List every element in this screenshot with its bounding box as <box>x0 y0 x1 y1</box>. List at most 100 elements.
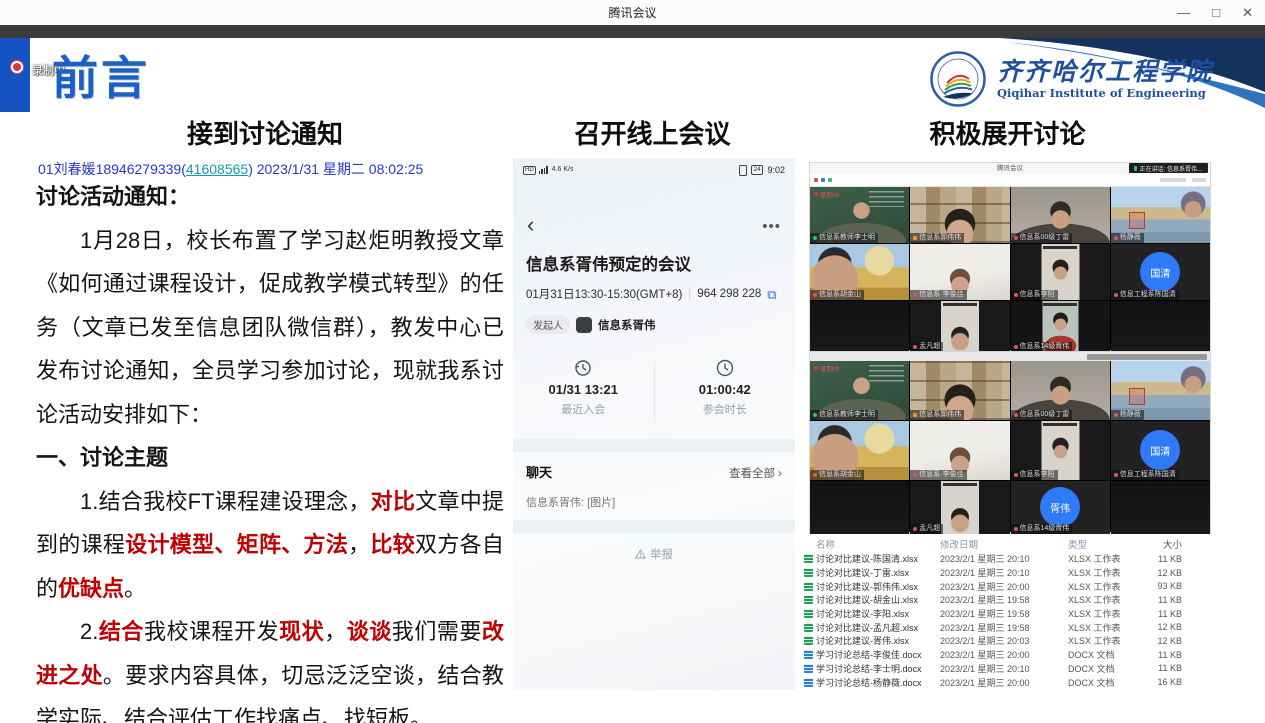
participant-name-label: 杨静薇 <box>1111 410 1144 420</box>
file-type: XLSX 工作表 <box>1068 607 1138 620</box>
file-size: 11 KB <box>1138 663 1190 673</box>
mic-status-icon <box>1114 236 1118 240</box>
column-header-size[interactable]: 大小 <box>1138 537 1190 551</box>
institute-emblem-icon <box>929 50 987 108</box>
file-row[interactable]: 讨论对比建议-丁雷.xlsx2023/2/1 星期三 20:10XLSX 工作表… <box>800 566 1215 580</box>
participant-video-tile: 胥伟信息系14级胥伟 <box>1011 481 1110 534</box>
participant-name-label: 信息系胡金山 <box>810 290 864 300</box>
body-paragraph: 讨论活动通知： <box>36 175 504 219</box>
mic-status-icon <box>913 527 917 531</box>
recording-dot-icon <box>814 192 818 196</box>
participant-name-label: 信息系教师李士明 <box>810 410 878 420</box>
excel-file-icon <box>804 623 813 632</box>
file-size: 12 KB <box>1138 622 1190 632</box>
file-row[interactable]: 学习讨论总结-李俊佳.docx2023/2/1 星期三 20:00DOCX 文档… <box>800 648 1215 662</box>
file-date: 2023/2/1 星期三 20:03 <box>940 634 1068 647</box>
file-row[interactable]: 讨论对比建议-胡金山.xlsx2023/2/1 星期三 19:58XLSX 工作… <box>800 593 1215 607</box>
file-row[interactable]: 讨论对比建议-李阳.xlsx2023/2/1 星期三 19:58XLSX 工作表… <box>800 607 1215 621</box>
excel-file-icon <box>804 636 813 645</box>
left-column-title: 接到讨论通知 <box>30 114 500 151</box>
word-file-icon <box>804 678 813 687</box>
file-row[interactable]: 学习讨论总结-李士明.docx2023/2/1 星期三 20:10DOCX 文档… <box>800 662 1215 676</box>
file-date: 2023/2/1 星期三 20:00 <box>940 648 1068 661</box>
mic-status-icon <box>1114 293 1118 297</box>
mic-status-icon <box>913 236 917 240</box>
file-row[interactable]: 学习讨论总结-杨静薇.docx2023/2/1 星期三 20:00DOCX 文档… <box>800 675 1215 689</box>
participant-name-label: 信息系00级丁雷 <box>1011 233 1073 243</box>
more-options-icon[interactable]: ••• <box>762 218 781 235</box>
minimize-button[interactable]: — <box>1177 6 1190 19</box>
column-header-type[interactable]: 类型 <box>1068 537 1138 551</box>
file-name: 学习讨论总结-李士明.docx <box>816 662 940 675</box>
duration-label: 参会时长 <box>703 401 747 417</box>
mic-status-icon <box>813 293 817 297</box>
file-date: 2023/2/1 星期三 19:58 <box>940 593 1068 606</box>
clock-icon <box>715 358 735 378</box>
recording-indicator: 录制中 <box>814 189 840 199</box>
meeting-stats-row: 01/31 13:21 最近入会 01:00:42 参会时长 <box>513 356 795 428</box>
recording-dot-icon <box>814 366 818 370</box>
organizer-label: 发起人 <box>526 315 570 334</box>
participant-name-label: 信息工程系陈国清 <box>1111 290 1179 300</box>
participant-video-tile: 国清信息工程系陈国清 <box>1111 244 1210 300</box>
video-grid-area: 录制中信息系教师李士明信息系郭伟伟信息系00级丁雷杨静薇信息系胡金山信息系·李俊… <box>810 187 1210 350</box>
presentation-slide: 录制中 前言 齐齐哈尔工程学院 Qiqihar Institute of Eng… <box>0 38 1265 723</box>
institute-name-en: Qiqihar Institute of Engineering <box>997 87 1213 100</box>
file-row[interactable]: 讨论对比建议-孟凡超.xlsx2023/2/1 星期三 19:58XLSX 工作… <box>800 620 1215 634</box>
signal-bars-icon <box>539 166 548 174</box>
meeting-grid-screenshot: 腾讯会议正在讲话: 信息系胥伟…录制中信息系教师李士明信息系郭伟伟信息系00级丁… <box>810 163 1210 350</box>
file-date: 2023/2/1 星期三 20:10 <box>940 566 1068 579</box>
meeting-id: 964 298 228 <box>697 288 761 300</box>
organizer-avatar <box>576 317 592 333</box>
file-size: 11 KB <box>1138 595 1190 605</box>
chat-section-header: 聊天 查看全部 › <box>526 462 782 481</box>
duration-value: 01:00:42 <box>699 382 751 397</box>
participant-video-tile: 信息系郭伟伟 <box>910 187 1009 243</box>
organizer-row: 发起人 信息系胥伟 <box>526 315 656 334</box>
file-type: XLSX 工作表 <box>1068 593 1138 606</box>
copy-icon[interactable]: ⧉ <box>767 288 776 301</box>
file-name: 学习讨论总结-杨静薇.docx <box>816 676 940 689</box>
last-join-time: 01/31 13:21 <box>549 382 618 397</box>
column-header-name[interactable]: 名称 <box>816 537 940 551</box>
duration-stat: 01:00:42 参会时长 <box>655 356 796 428</box>
participant-name-label: 信息系胡金山 <box>810 470 864 480</box>
participant-name-label: 杨静薇 <box>1111 233 1144 243</box>
window-titlebar: 腾讯会议 <box>0 0 1265 25</box>
mic-status-icon <box>913 293 917 297</box>
file-date: 2023/2/1 星期三 19:58 <box>940 621 1068 634</box>
participant-video-tile: 孟凡超 <box>910 301 1009 352</box>
participant-name-label: 信息系郭伟伟 <box>910 410 964 420</box>
participant-name-label: 信息工程系陈国清 <box>1111 470 1179 480</box>
file-type: DOCX 文档 <box>1068 662 1138 675</box>
file-row[interactable]: 讨论对比建议-郭伟伟.xlsx2023/2/1 星期三 20:00XLSX 工作… <box>800 579 1215 593</box>
maximize-button[interactable]: □ <box>1212 6 1220 19</box>
participant-video-tile: 杨静薇 <box>1111 361 1210 420</box>
file-size: 12 KB <box>1138 636 1190 646</box>
file-row[interactable]: 讨论对比建议-胥伟.xlsx2023/2/1 星期三 20:03XLSX 工作表… <box>800 634 1215 648</box>
file-type: XLSX 工作表 <box>1068 580 1138 593</box>
speaking-notification: 正在讲话: 信息系胥伟… <box>1129 163 1208 173</box>
participant-video-tile: 信息系郭伟伟 <box>910 361 1009 420</box>
word-file-icon <box>804 664 813 673</box>
view-all-link[interactable]: 查看全部 › <box>729 465 782 481</box>
slide-left-accent-bar <box>0 38 30 112</box>
toolbar-control <box>1160 178 1186 182</box>
participant-video-tile <box>1111 481 1210 534</box>
back-chevron-icon[interactable]: ‹ <box>527 214 534 236</box>
chevron-right-icon: › <box>778 468 782 480</box>
participant-name-label: 信息系教师李士明 <box>810 233 878 243</box>
column-header-date[interactable]: 修改日期 <box>940 537 1068 551</box>
mic-status-icon <box>1014 413 1018 417</box>
participant-video-tile <box>1111 301 1210 352</box>
file-size: 11 KB <box>1138 609 1190 619</box>
participant-name-label: 信息系14级胥伟 <box>1011 342 1073 352</box>
file-name: 讨论对比建议-胥伟.xlsx <box>816 634 940 647</box>
participant-video-tile: 信息系·李俊佳 <box>910 421 1009 480</box>
close-button[interactable]: ✕ <box>1242 6 1253 19</box>
file-row[interactable]: 讨论对比建议-陈国清.xlsx2023/2/1 星期三 20:10XLSX 工作… <box>800 552 1215 566</box>
meeting-title: 信息系胥伟预定的会议 <box>526 251 691 275</box>
report-button[interactable]: 举报 <box>513 546 795 562</box>
network-speed: 4.6 K/s <box>552 166 574 173</box>
participant-video-tile: 信息系00级丁雷 <box>1011 187 1110 243</box>
